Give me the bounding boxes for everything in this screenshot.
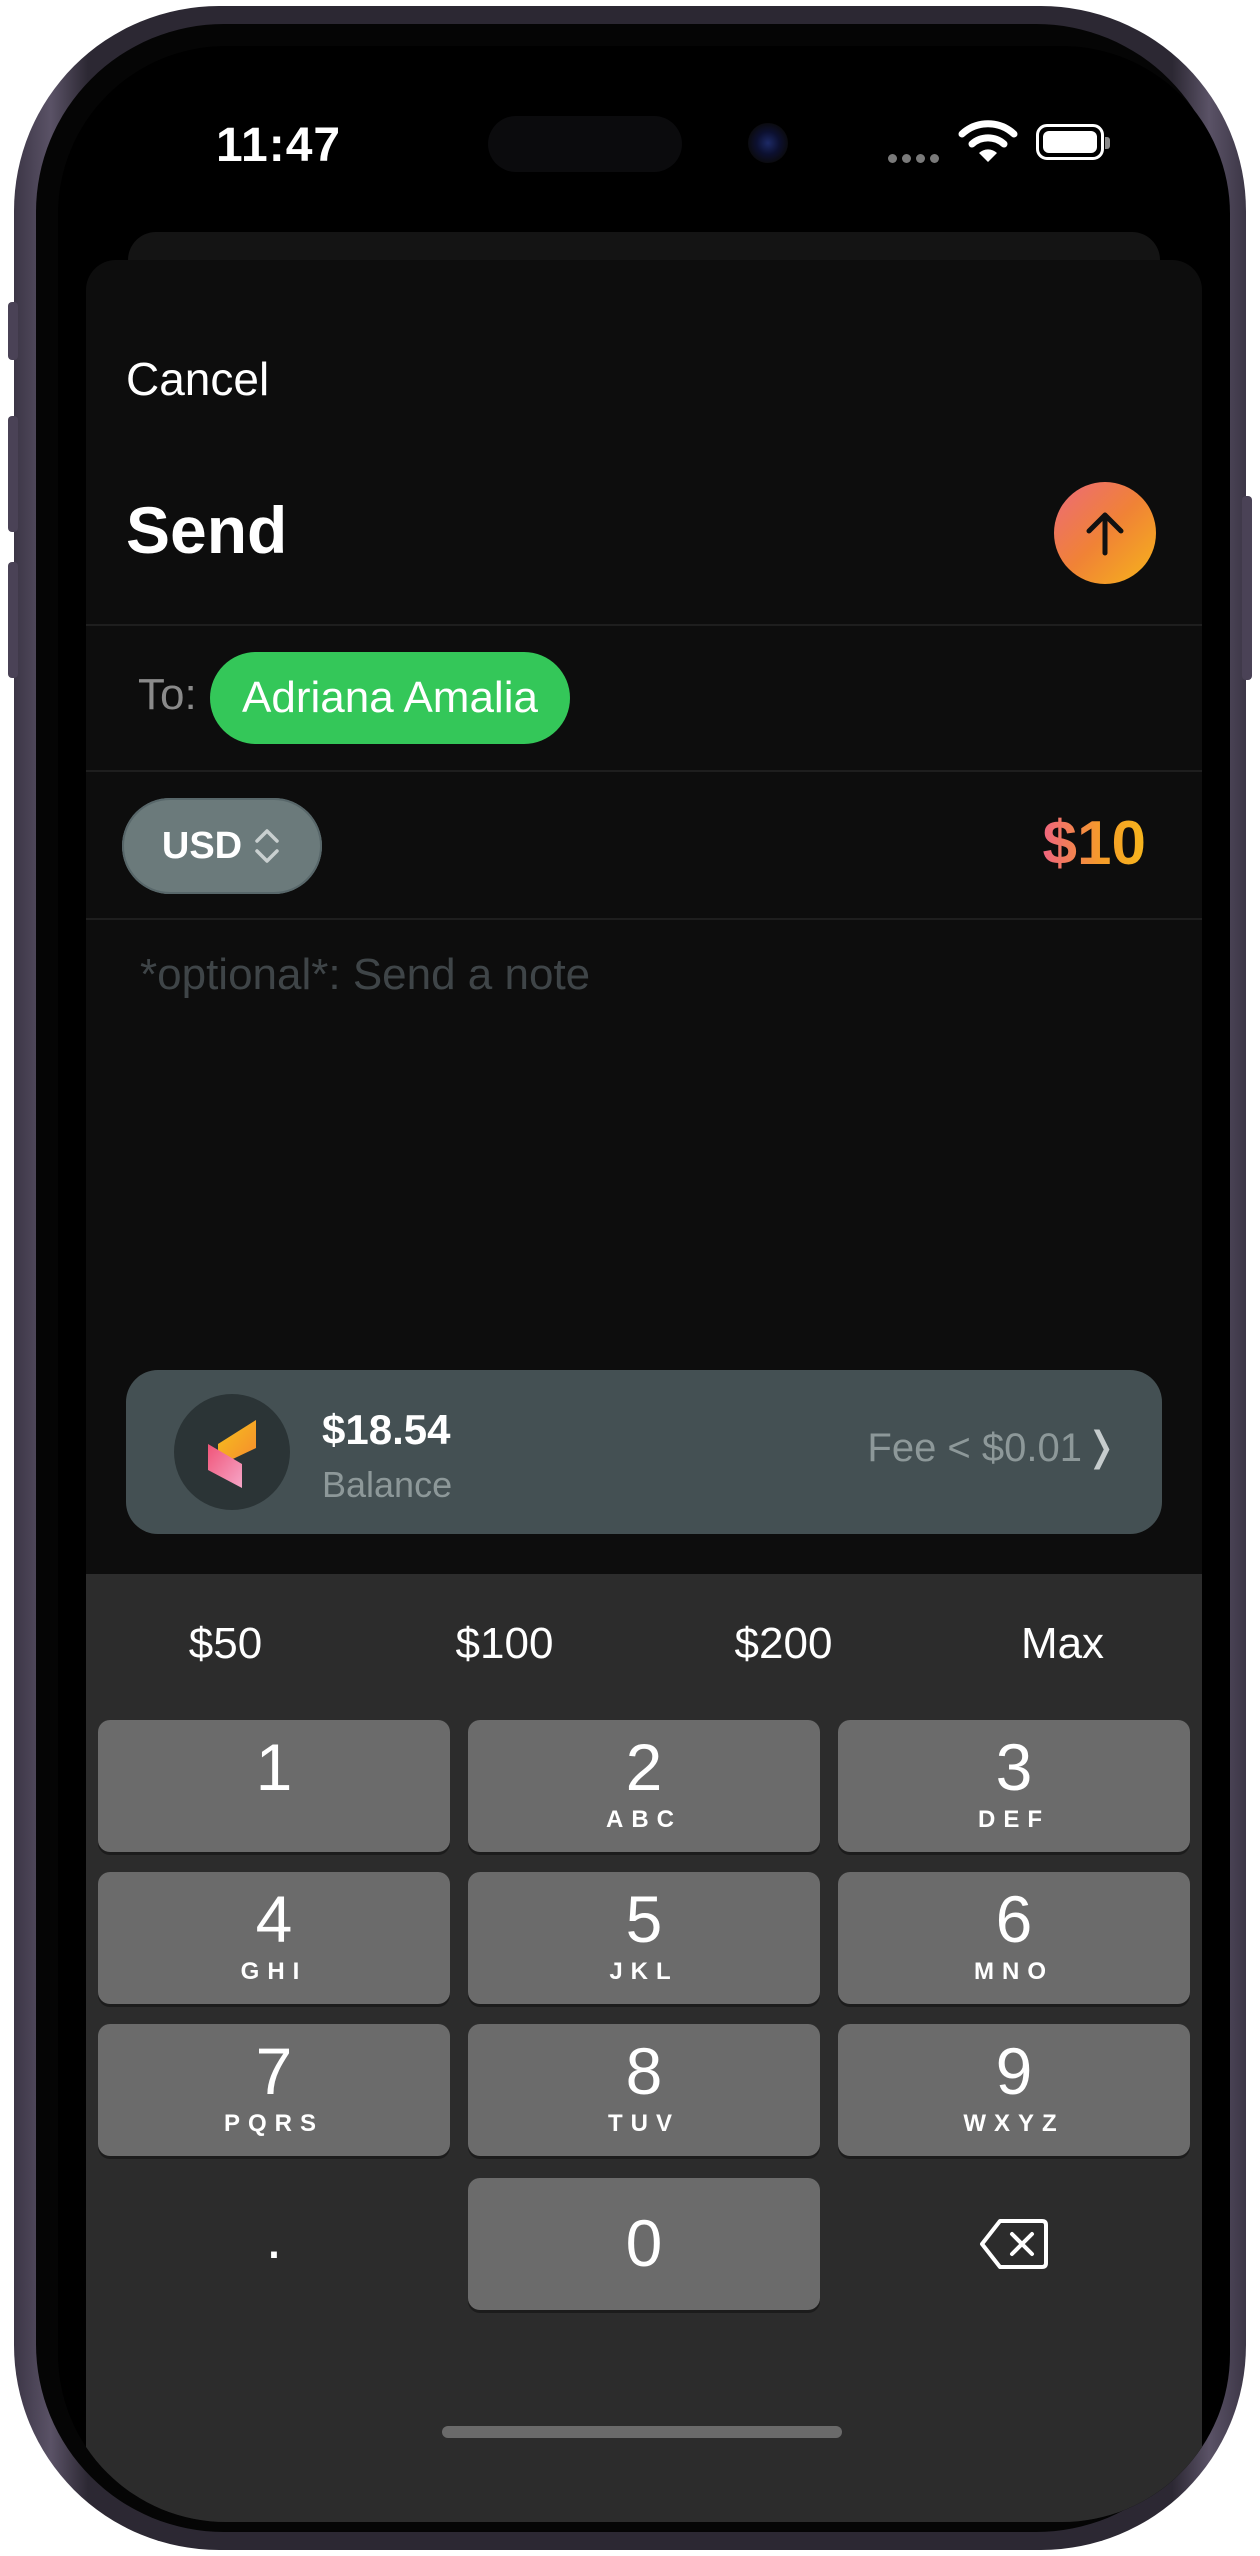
quick-amount-50[interactable]: $50	[86, 1574, 365, 1714]
chevron-up-down-icon	[255, 829, 279, 863]
key-7[interactable]: 7 PQRS	[98, 2024, 450, 2156]
key-8[interactable]: 8 TUV	[468, 2024, 820, 2156]
key-3[interactable]: 3 DEF	[838, 1720, 1190, 1852]
key-1[interactable]: 1	[98, 1720, 450, 1852]
cancel-button[interactable]: Cancel	[126, 352, 269, 406]
dynamic-island	[488, 116, 682, 172]
quick-amount-200[interactable]: $200	[644, 1574, 923, 1714]
key-5[interactable]: 5 JKL	[468, 1872, 820, 2004]
key-4[interactable]: 4 GHI	[98, 1872, 450, 2004]
wifi-icon	[958, 120, 1018, 162]
cellular-signal-icon	[888, 150, 944, 168]
quick-amount-max[interactable]: Max	[923, 1574, 1202, 1714]
send-sheet: Cancel Send To: Adriana Amalia USD $10 *…	[86, 260, 1202, 2522]
volume-up-button	[8, 416, 18, 532]
currency-selector[interactable]: USD	[122, 798, 322, 894]
fee-label: Fee < $0.01	[867, 1426, 1082, 1470]
balance-amount: $18.54	[322, 1406, 451, 1453]
divider	[86, 624, 1202, 626]
chevron-right-icon: ❭	[1084, 1425, 1118, 1469]
key-2[interactable]: 2 ABC	[468, 1720, 820, 1852]
recipient-chip[interactable]: Adriana Amalia	[210, 652, 570, 744]
volume-down-button	[8, 562, 18, 678]
home-indicator[interactable]	[442, 2426, 842, 2438]
battery-icon	[1036, 124, 1110, 160]
balance-label: Balance	[322, 1464, 453, 1505]
app-logo-icon	[174, 1394, 290, 1510]
power-button	[1242, 496, 1252, 680]
currency-label: USD	[161, 824, 243, 867]
arrow-up-icon	[1086, 512, 1124, 556]
key-decimal[interactable]: .	[98, 2178, 450, 2310]
page-title: Send	[126, 493, 288, 567]
delete-backspace-icon	[980, 2219, 1048, 2269]
screen: 11:47 Cancel Send To: Adriana Amalia USD…	[58, 46, 1230, 2522]
key-delete[interactable]	[838, 2178, 1190, 2310]
key-0[interactable]: 0	[468, 2178, 820, 2310]
key-6[interactable]: 6 MNO	[838, 1872, 1190, 2004]
action-button	[8, 302, 18, 360]
divider	[86, 770, 1202, 772]
status-time: 11:47	[216, 119, 342, 172]
to-label: To:	[138, 670, 197, 719]
note-input[interactable]: *optional*: Send a note	[140, 950, 590, 1000]
phone-frame: 11:47 Cancel Send To: Adriana Amalia USD…	[8, 6, 1252, 2550]
camera-icon	[748, 123, 788, 163]
quick-amount-100[interactable]: $100	[365, 1574, 644, 1714]
divider	[86, 918, 1202, 920]
number-keyboard: $50 $100 $200 Max 1 2 ABC 3 DEF 4 GHI 5 …	[86, 1574, 1202, 2522]
send-button[interactable]	[1054, 482, 1156, 584]
amount-display[interactable]: $10	[1043, 808, 1146, 879]
key-9[interactable]: 9 WXYZ	[838, 2024, 1190, 2156]
balance-card[interactable]: $18.54 Balance Fee < $0.01 ❭	[126, 1370, 1162, 1534]
